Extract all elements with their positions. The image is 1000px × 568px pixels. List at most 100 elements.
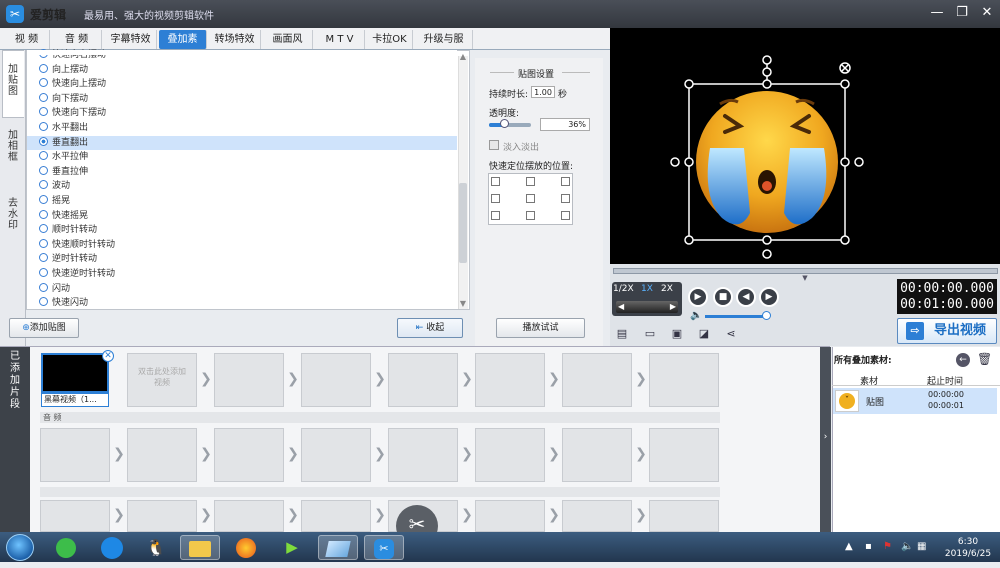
taskbar-app-media[interactable]	[92, 535, 132, 560]
opacity-slider-knob[interactable]	[499, 119, 509, 128]
tab-mtv[interactable]: M T V	[315, 30, 365, 49]
effect-list-item[interactable]: 逆时针转动	[39, 252, 457, 267]
tab-video[interactable]: 视 频	[4, 30, 50, 49]
taskbar-app-qq[interactable]: 🐧	[136, 535, 176, 560]
effect-list-item[interactable]: 快速摇晃	[39, 209, 457, 224]
effect-list-item[interactable]: 快速顺时针转动	[39, 238, 457, 253]
volume-knob[interactable]	[762, 311, 771, 320]
effect-list-item[interactable]: 摇晃	[39, 194, 457, 209]
clip-slot[interactable]	[301, 500, 371, 532]
tab-style[interactable]: 画面风格	[263, 30, 313, 64]
speed-1x[interactable]: 1X	[637, 284, 657, 294]
clip-slot[interactable]	[562, 353, 632, 407]
effect-list-item[interactable]: 顺时针转动	[39, 223, 457, 238]
clip-slot[interactable]	[214, 500, 284, 532]
clip-slot[interactable]	[301, 428, 371, 482]
prev-frame-button[interactable]: ◀	[736, 287, 756, 307]
tab-add-sticker[interactable]: 加贴图	[2, 64, 24, 106]
clip-slot[interactable]	[40, 500, 110, 532]
position-cell[interactable]	[526, 177, 535, 186]
black-video-clip[interactable]	[41, 353, 109, 393]
taskbar-app-firefox[interactable]	[226, 535, 266, 560]
volume-icon[interactable]: 🔈	[690, 310, 702, 321]
position-cell[interactable]	[526, 194, 535, 203]
position-cell[interactable]	[491, 177, 500, 186]
maximize-button[interactable]: ❐	[951, 3, 973, 23]
effect-list-item[interactable]: 水平拉伸	[39, 150, 457, 165]
speed-2x[interactable]: 2X	[657, 284, 677, 294]
taskbar-app-aiqiyi[interactable]: ▶	[272, 535, 312, 560]
tab-transition[interactable]: 转场特效	[209, 30, 261, 49]
clip-slot[interactable]	[475, 353, 545, 407]
taskbar-app-window[interactable]	[318, 535, 358, 560]
taskbar-app-explorer[interactable]	[180, 535, 220, 560]
tab-add-frame[interactable]: 加相框	[2, 130, 24, 176]
tray-app-icon[interactable]: ▪	[865, 541, 872, 552]
tray-network-icon[interactable]: ▦	[917, 541, 926, 552]
effect-list-item[interactable]: 快速向上摆动	[39, 77, 457, 92]
play-button[interactable]: ▶	[688, 287, 708, 307]
position-cell[interactable]	[526, 211, 535, 220]
clip-slot[interactable]	[649, 500, 719, 532]
position-cell[interactable]	[491, 194, 500, 203]
effect-list-item[interactable]: 水平翻出	[39, 121, 457, 136]
collapse-button[interactable]: ⇤ 收起	[397, 318, 463, 338]
close-button[interactable]: ✕	[976, 3, 998, 23]
taskbar-app-aijianji[interactable]: ✂	[364, 535, 404, 560]
effect-list-item[interactable]: 快速向下摆动	[39, 106, 457, 121]
start-button[interactable]	[6, 534, 34, 561]
speed-half[interactable]: 1/2X	[613, 284, 634, 294]
save-icon[interactable]: ▣	[670, 328, 684, 340]
clip-slot[interactable]	[388, 428, 458, 482]
clip-slot[interactable]	[214, 353, 284, 407]
position-cell[interactable]	[561, 211, 570, 220]
tab-karaoke[interactable]: 卡拉OK	[367, 30, 413, 49]
chevron-right-icon[interactable]: ›	[820, 432, 831, 442]
next-frame-button[interactable]: ▶	[759, 287, 779, 307]
position-cell[interactable]	[491, 211, 500, 220]
back-icon[interactable]: ←	[956, 353, 970, 367]
effect-list-item[interactable]: 快速逆时针转动	[39, 267, 457, 282]
clip-slot[interactable]	[649, 353, 719, 407]
clip-slot[interactable]	[562, 500, 632, 532]
delete-icon[interactable]: 🗑	[977, 352, 992, 366]
remove-clip-icon[interactable]: ✕	[102, 350, 114, 362]
tray-alert-icon[interactable]: ⚑	[883, 541, 892, 552]
clip-slot[interactable]	[127, 428, 197, 482]
effect-list-item[interactable]: 垂直拉伸	[39, 165, 457, 180]
tab-audio[interactable]: 音 频	[52, 30, 102, 49]
clip-slot[interactable]	[214, 428, 284, 482]
clip-slot[interactable]	[301, 353, 371, 407]
duration-input[interactable]: 1.00	[531, 86, 555, 98]
play-test-button[interactable]: 播放试试	[496, 318, 585, 338]
position-cell[interactable]	[561, 177, 570, 186]
clip-slot[interactable]	[562, 428, 632, 482]
effect-list-item[interactable]: 快速闪动	[39, 296, 457, 311]
tab-subtitle[interactable]: 字幕特效	[105, 30, 157, 49]
clip-slot[interactable]	[475, 500, 545, 532]
volume-slider[interactable]	[705, 315, 767, 318]
tray-volume-icon[interactable]: 🔈	[901, 541, 913, 552]
tab-remove-watermark[interactable]: 去水印	[2, 198, 24, 244]
clip-slot[interactable]: 双击此处添加视频	[127, 353, 197, 407]
minimize-button[interactable]: —	[926, 3, 948, 23]
clip-slot[interactable]	[40, 428, 110, 482]
position-cell[interactable]	[561, 194, 570, 203]
save-as-icon[interactable]: ◪	[697, 328, 711, 340]
effect-list-item[interactable]: 向上摆动	[39, 63, 457, 78]
new-project-icon[interactable]: ▤	[615, 328, 629, 340]
list-scroll-thumb[interactable]	[459, 183, 467, 263]
share-icon[interactable]: ⋖	[724, 328, 738, 340]
effect-list-item[interactable]: 垂直翻出	[27, 135, 457, 151]
expand-chevron-icon[interactable]: ▼	[800, 274, 810, 282]
stop-button[interactable]: ■	[713, 287, 733, 307]
video-preview[interactable]	[610, 28, 1000, 264]
add-sticker-button[interactable]: ⊕添加贴图	[9, 318, 79, 338]
taskbar-app-360[interactable]	[46, 535, 86, 560]
opacity-value-field[interactable]: 36%	[540, 118, 590, 131]
tab-overlay[interactable]: 叠加素材	[159, 30, 207, 64]
open-folder-icon[interactable]: ▭	[643, 328, 657, 340]
effect-list-item[interactable]: 波动	[39, 179, 457, 194]
scroll-down-icon[interactable]: ▼	[459, 299, 467, 308]
fade-checkbox[interactable]	[489, 140, 499, 150]
